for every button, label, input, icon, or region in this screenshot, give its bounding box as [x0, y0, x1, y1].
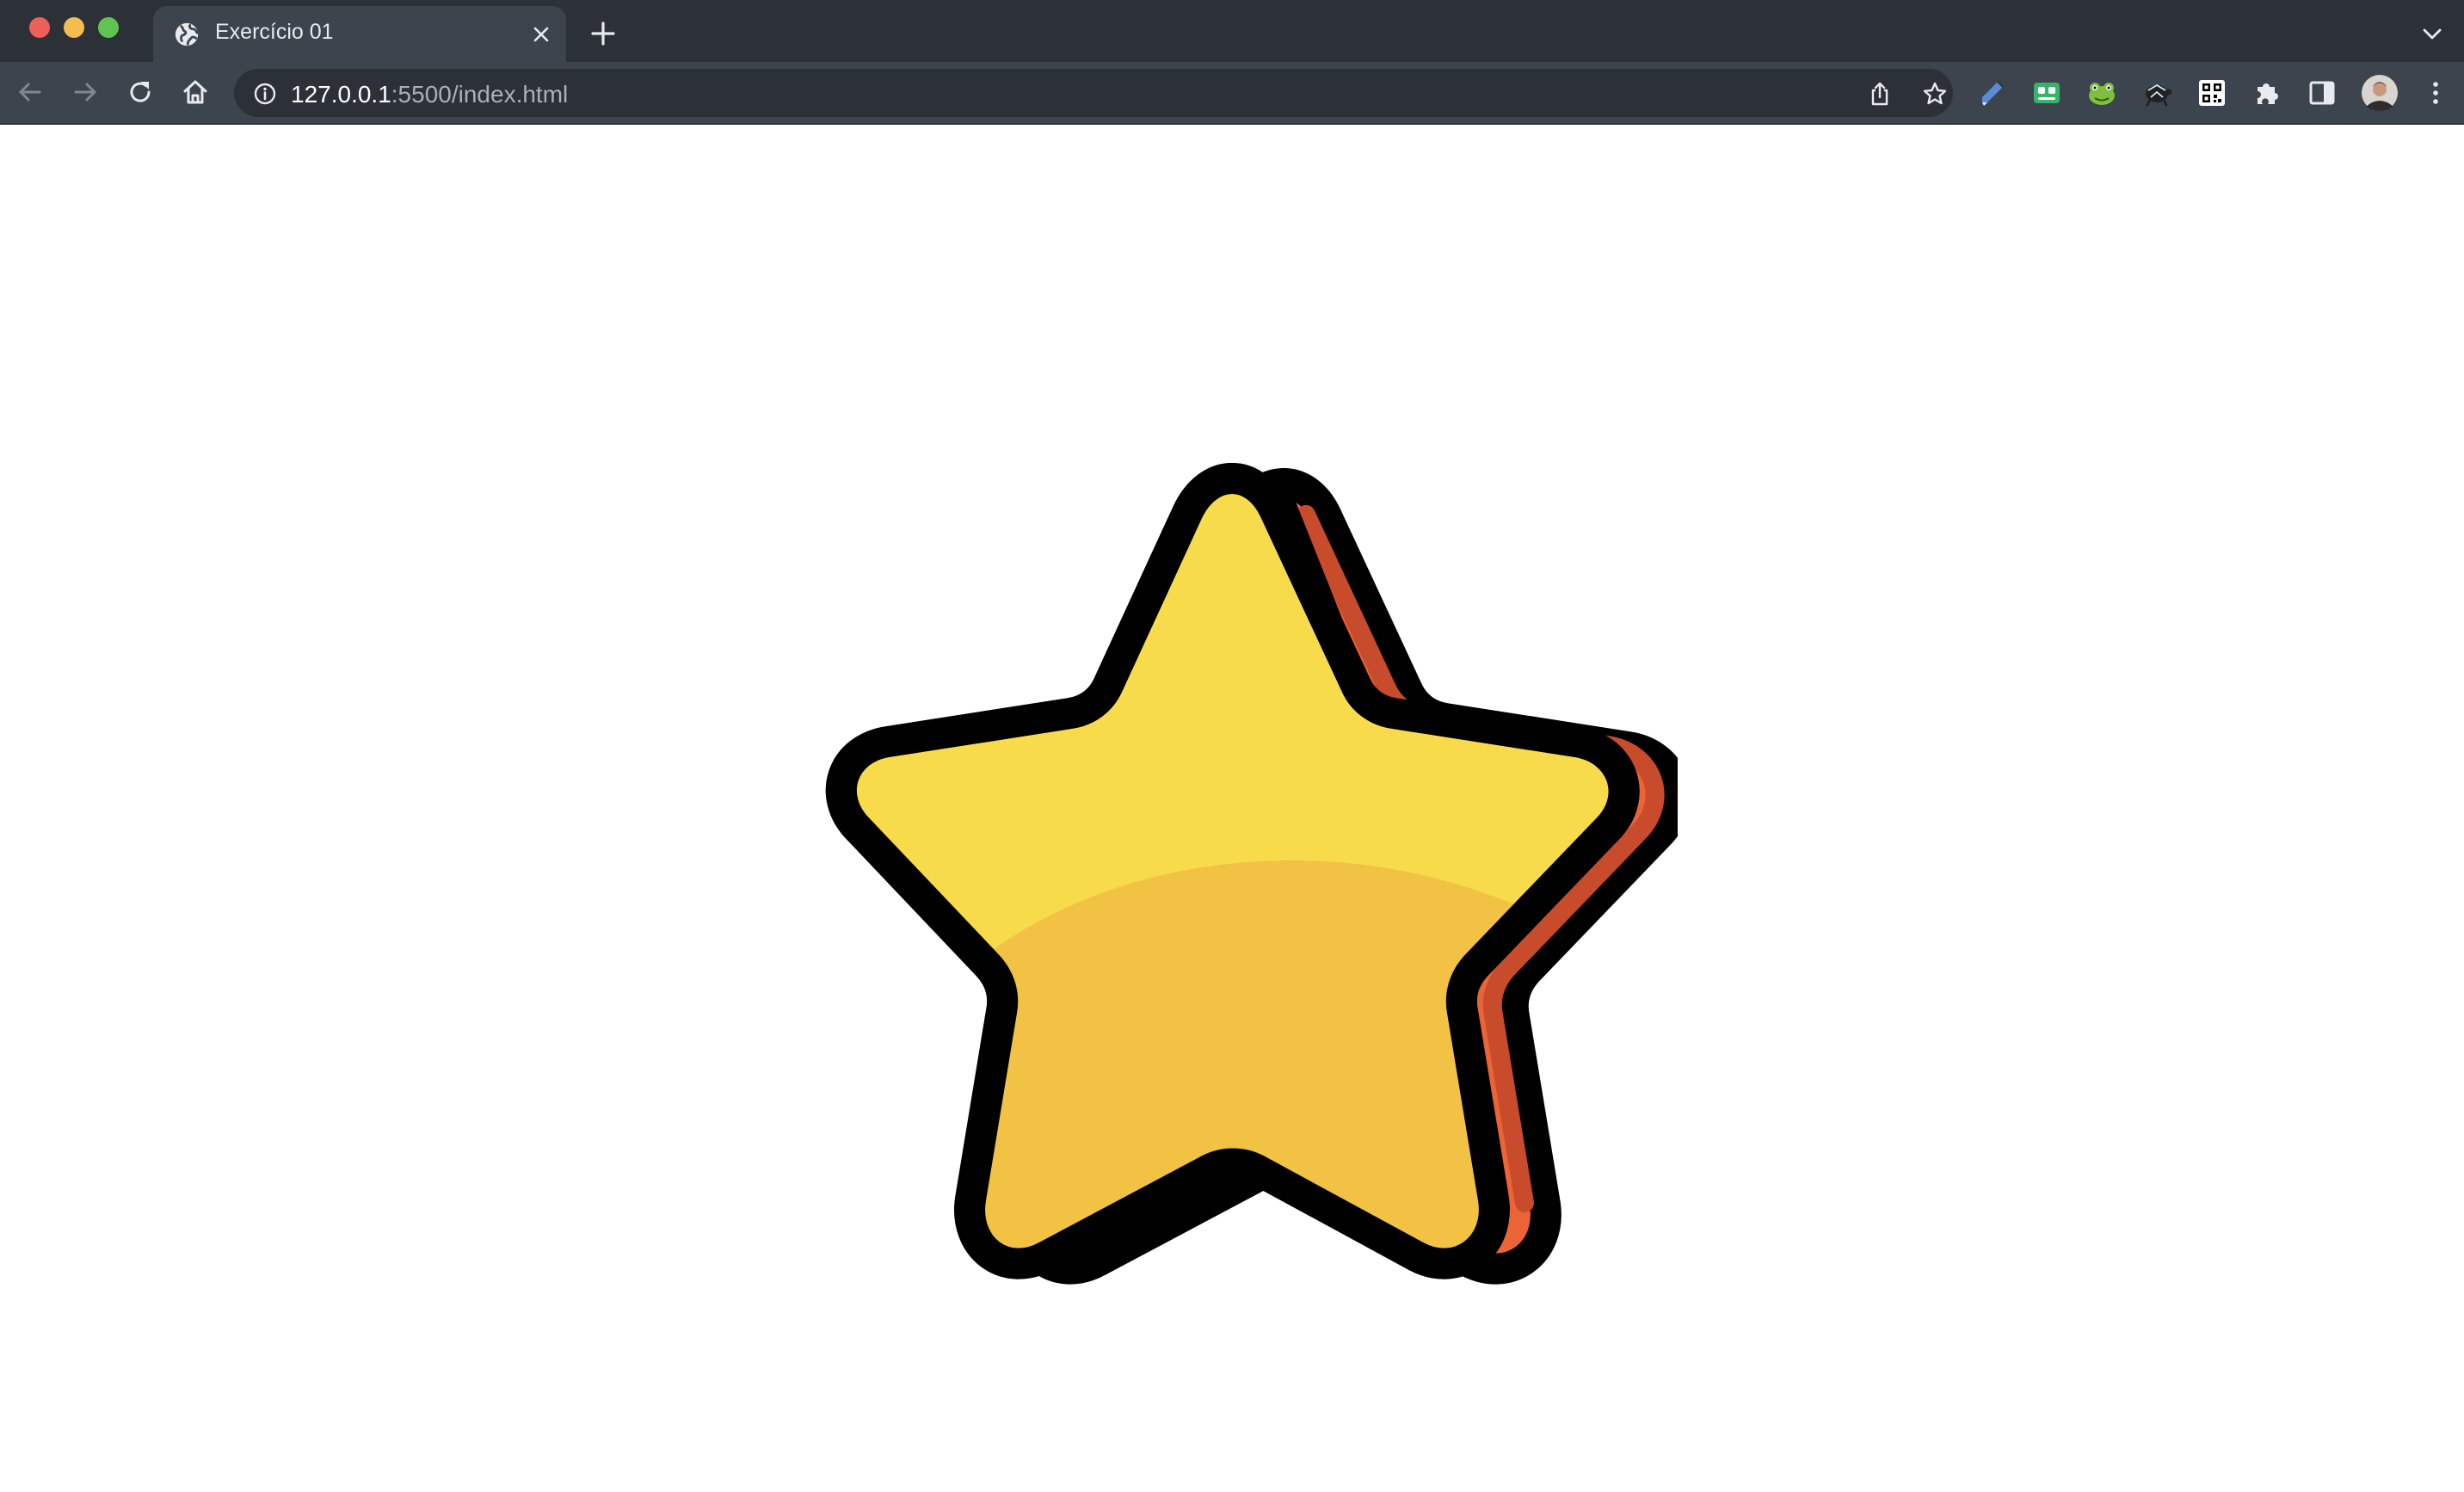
frog-extension-icon[interactable] — [2085, 77, 2118, 109]
color-picker-extension-icon[interactable] — [1975, 77, 2008, 109]
globe-icon — [175, 22, 199, 46]
tab-title: Exercício 01 — [215, 20, 334, 44]
qr-code-extension-icon[interactable] — [2196, 77, 2228, 109]
star-image — [825, 463, 1678, 1285]
chevron-down-icon[interactable] — [2421, 22, 2443, 45]
page-viewport — [0, 126, 2464, 1492]
bookmark-star-icon[interactable] — [1922, 81, 1948, 107]
new-tab-icon[interactable] — [590, 21, 616, 46]
browser-toolbar: 127.0.0.1:5500/index.html — [0, 62, 2464, 125]
browser-tab-strip: Exercício 01 — [0, 0, 2464, 62]
forward-arrow-icon[interactable] — [71, 77, 100, 107]
avatar[interactable] — [2361, 74, 2399, 112]
reload-icon[interactable] — [126, 77, 155, 107]
turtle-extension-icon[interactable] — [2141, 77, 2173, 109]
home-icon[interactable] — [181, 77, 210, 107]
puzzle-icon[interactable] — [2251, 77, 2283, 109]
url-host: 127.0.0.1 — [291, 81, 391, 108]
kebab-menu-icon[interactable] — [2419, 77, 2452, 109]
window-zoom-button[interactable] — [98, 17, 119, 38]
address-bar[interactable]: 127.0.0.1:5500/index.html — [234, 69, 1953, 117]
share-icon[interactable] — [1867, 81, 1893, 107]
url-text: 127.0.0.1:5500/index.html — [291, 81, 568, 108]
browser-tab-active[interactable]: Exercício 01 — [153, 6, 566, 62]
window-minimize-button[interactable] — [64, 17, 84, 38]
close-icon[interactable] — [532, 25, 551, 44]
window-close-button[interactable] — [29, 17, 50, 38]
back-arrow-icon[interactable] — [15, 77, 45, 107]
reader-extension-icon[interactable] — [2030, 77, 2063, 109]
side-panel-icon[interactable] — [2306, 77, 2338, 109]
url-path: :5500/index.html — [391, 81, 569, 108]
site-info-icon[interactable] — [253, 82, 277, 106]
